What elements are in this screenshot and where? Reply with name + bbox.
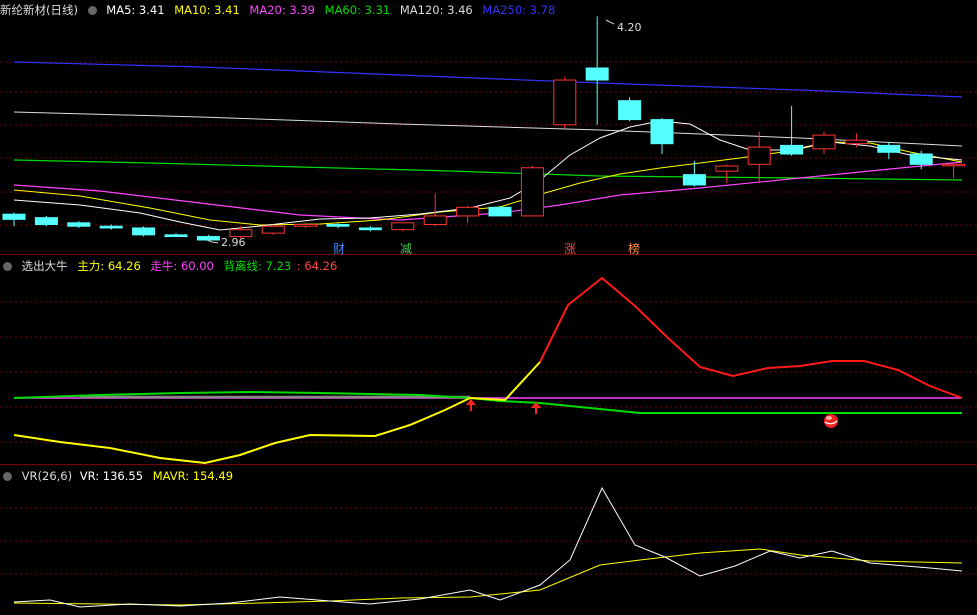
candle-up[interactable] [423,215,447,226]
event-marker-bang[interactable]: 榜 [628,241,640,256]
candle-up[interactable] [294,224,318,227]
candle-down[interactable] [67,222,91,227]
event-marker-zhang[interactable]: 涨 [564,241,576,256]
candle-up[interactable] [844,139,868,145]
candle-down[interactable] [682,174,706,186]
candle-down[interactable] [358,227,382,231]
candlesticks [2,16,966,241]
candle-up[interactable] [261,225,285,234]
candle-down[interactable] [34,217,58,226]
vr-line [13,486,963,608]
high-annotation: 4.20 [605,19,642,34]
zhuli-line-red [539,276,963,399]
candle-down[interactable] [780,144,804,155]
candle-down[interactable] [909,153,933,165]
high-price-label: 4.20 [617,21,642,34]
candle-down[interactable] [488,206,512,217]
candle-up[interactable] [942,163,966,167]
event-marker-cai[interactable]: 财 [333,242,345,256]
candle-up[interactable] [715,165,739,172]
mavr-line [13,548,963,606]
candle-down[interactable] [618,100,642,121]
ma20-line [13,161,963,221]
zhuli-line-yellow [13,361,541,465]
chart-canvas[interactable]: 4.20 2.96 财 减 涨 榜 [0,0,977,615]
candle-down[interactable] [650,119,674,145]
candle-up[interactable] [456,206,480,217]
candle-up[interactable] [520,167,544,217]
buy-arrow-icon[interactable] [466,399,476,411]
signal-ball-icon[interactable] [824,414,838,428]
event-marker-jian[interactable]: 减 [400,242,412,256]
low-price-label: 2.96 [221,236,246,249]
candle-up[interactable] [553,79,577,126]
candle-up[interactable] [747,146,771,165]
candle-down[interactable] [132,227,156,236]
candle-down[interactable] [877,144,901,153]
candle-down[interactable] [196,236,220,241]
candle-up[interactable] [812,134,836,150]
candle-down[interactable] [326,224,350,227]
candle-down[interactable] [99,225,123,229]
candle-down[interactable] [2,213,26,220]
ma10-line [13,141,963,226]
beilixian-line [13,390,962,414]
candle-down[interactable] [164,234,188,238]
candle-up[interactable] [391,222,415,231]
candle-down[interactable] [585,67,609,81]
ma60-line [13,159,963,181]
